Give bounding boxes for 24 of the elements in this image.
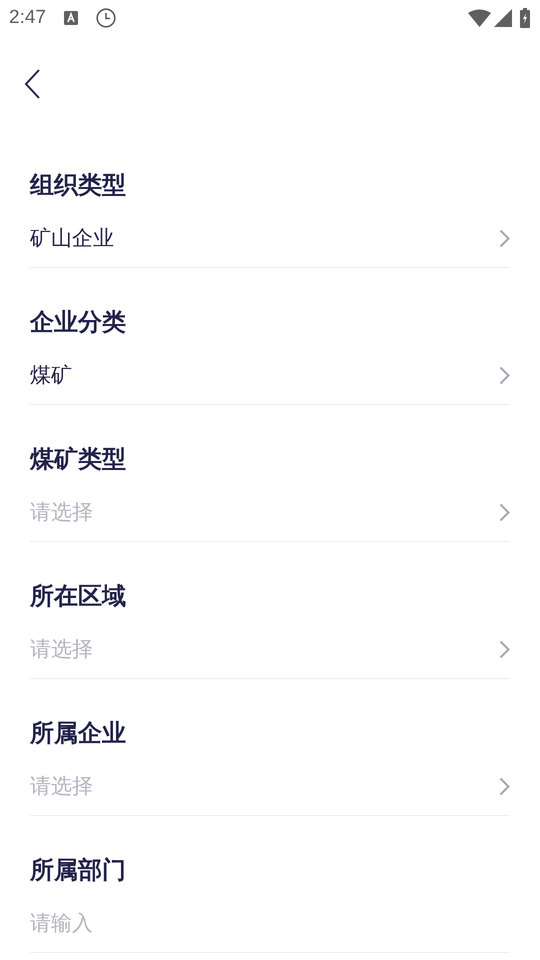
chevron-right-icon[interactable]	[499, 776, 510, 796]
field-label: 企业分类	[30, 307, 126, 338]
field-label: 煤矿类型	[30, 444, 126, 475]
battery-icon	[520, 8, 530, 28]
chevron-right-icon[interactable]	[499, 640, 510, 658]
selected-value[interactable]: 矿山企业	[30, 221, 114, 255]
chevron-right-icon[interactable]	[499, 366, 510, 384]
signal-icon	[494, 9, 512, 27]
chevron-right-icon[interactable]	[499, 502, 510, 522]
select-placeholder[interactable]: 请选择	[30, 495, 93, 529]
field-label: 组织类型	[30, 170, 126, 201]
field-label: 所属企业	[30, 718, 126, 749]
field-label: 所在区域	[30, 581, 126, 612]
back-icon[interactable]	[24, 68, 42, 98]
selected-value[interactable]: 煤矿	[30, 358, 72, 392]
input-field[interactable]: 请输入	[30, 906, 510, 940]
select-placeholder[interactable]: 请选择	[30, 632, 93, 666]
status-time: 2:47	[9, 7, 46, 29]
wifi-icon	[468, 9, 491, 27]
select-placeholder[interactable]: 请选择	[30, 769, 93, 803]
clock-icon	[96, 8, 116, 28]
notification-icon	[64, 11, 78, 25]
field-label: 所属部门	[30, 855, 126, 886]
chevron-right-icon[interactable]	[499, 228, 510, 248]
